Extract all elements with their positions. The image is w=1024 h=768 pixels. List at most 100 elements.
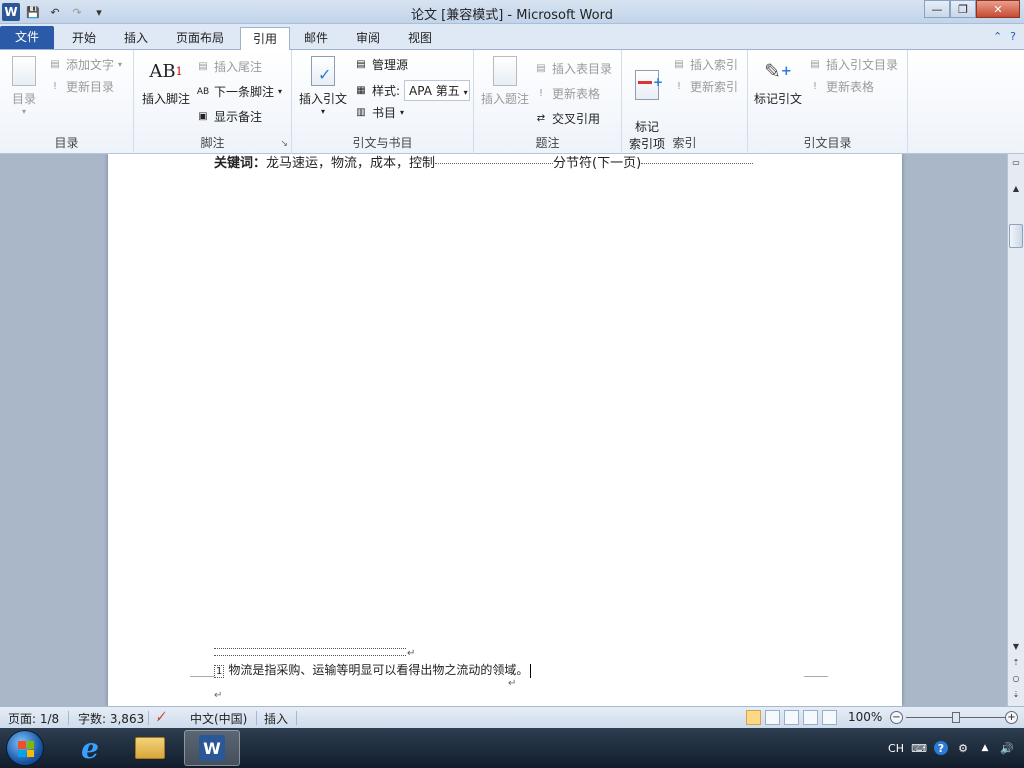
word-taskbar-icon[interactable]: W <box>184 730 240 766</box>
insert-index-icon: ▤ <box>674 59 684 70</box>
zoom-out-icon[interactable]: − <box>890 711 903 724</box>
status-word-count[interactable]: 字数: 3,863 <box>78 710 144 727</box>
insert-citation-button[interactable]: ✓ 插入引文 ▾ <box>298 54 348 116</box>
zoom-level[interactable]: 100% <box>848 710 882 724</box>
volume-icon[interactable]: 🔊 <box>1000 741 1014 755</box>
section-break-marker: 分节符(下一页) <box>553 156 642 171</box>
cross-reference-button[interactable]: ⇄ 交叉引用 <box>534 110 600 127</box>
insert-caption-icon <box>489 54 521 88</box>
style-dropdown[interactable]: APA 第五 ▾ <box>404 80 471 101</box>
start-button[interactable] <box>6 730 44 766</box>
insert-footnote-button[interactable]: AB 1 插入脚注 <box>140 54 192 107</box>
close-button[interactable]: ✕ <box>976 0 1020 18</box>
file-explorer-icon[interactable] <box>122 730 178 766</box>
insert-endnote-button[interactable]: ▤ 插入尾注 <box>196 58 262 75</box>
scroll-down-icon[interactable]: ▼ <box>1009 640 1023 654</box>
group-label-citations: 引文与书目 <box>352 136 413 150</box>
print-layout-view-icon[interactable] <box>746 710 761 725</box>
next-footnote-button[interactable]: AB 下一条脚注 ▾ <box>196 83 282 100</box>
windows-logo-icon <box>18 741 34 757</box>
bibliography-icon: ▥ <box>356 107 366 118</box>
mark-citation-button[interactable]: ✎ + 标记引文 <box>752 54 804 107</box>
update-toa-button[interactable]: ! 更新表格 <box>808 78 874 95</box>
browse-object-icon[interactable]: ○ <box>1009 672 1023 686</box>
paragraph-mark: ↵ <box>214 690 223 701</box>
insert-index-button[interactable]: ▤ 插入索引 <box>672 56 738 73</box>
toc-button[interactable]: 目录 ▾ <box>6 54 42 116</box>
proofing-icon[interactable]: ✓̸ <box>156 710 166 724</box>
outline-view-icon[interactable] <box>803 710 818 725</box>
tab-insert[interactable]: 插入 <box>112 27 160 50</box>
tab-page-layout[interactable]: 页面布局 <box>164 27 236 50</box>
status-page[interactable]: 页面: 1/8 <box>8 710 59 727</box>
document-area[interactable]: 关键词：龙马速运，物流，成本，控制 分节符(下一页) ↵ 1 物流是指采购、运输等明… <box>0 154 1007 706</box>
settings-tray-icon[interactable]: ⚙ <box>956 741 970 755</box>
manage-sources-button[interactable]: ▤ 管理源 <box>354 56 408 73</box>
group-toa: ✎ + 标记引文 ▤ 插入引文目录 ! 更新表格 引文目录 <box>748 50 908 154</box>
zoom-slider-thumb[interactable] <box>952 712 960 723</box>
insert-toa-icon: ▤ <box>810 59 820 70</box>
add-text-button[interactable]: ▤ 添加文字 ▾ <box>48 56 122 73</box>
cross-reference-icon: ⇄ <box>536 113 546 124</box>
scroll-up-icon[interactable]: ▲ <box>1009 182 1023 196</box>
window-controls: — ❐ ✕ <box>924 0 1020 18</box>
bibliography-button[interactable]: ▥ 书目 ▾ <box>354 104 404 121</box>
manage-sources-icon: ▤ <box>356 59 366 70</box>
endnote-icon: ▤ <box>198 61 208 72</box>
group-label-toc: 目录 <box>54 136 79 150</box>
footnote-text: 物流是指采购、运输等明显可以看得出物之流动的领域。 <box>228 663 529 677</box>
margin-corner-right <box>804 676 828 677</box>
footnotes-launcher-icon[interactable]: ↘ <box>280 139 288 149</box>
ribbon-help-controls: ⌃ ? <box>993 30 1016 43</box>
insert-toa-button[interactable]: ▤ 插入引文目录 <box>808 56 898 73</box>
keyboard-icon[interactable]: ⌨ <box>911 741 927 755</box>
tab-file[interactable]: 文件 <box>0 26 54 49</box>
show-hidden-icons-icon[interactable]: ▲ <box>978 741 992 755</box>
tab-review[interactable]: 审阅 <box>344 27 392 50</box>
status-insert-mode[interactable]: 插入 <box>264 710 288 727</box>
keywords-label: 关键词： <box>214 156 267 171</box>
taskbar: e W CH ⌨ ? ⚙ ▲ 🔊 <box>0 728 1024 768</box>
insert-table-figures-button[interactable]: ▤ 插入表目录 <box>534 60 612 77</box>
help-tray-icon[interactable]: ? <box>934 741 948 755</box>
tab-home[interactable]: 开始 <box>60 27 108 50</box>
language-indicator[interactable]: CH <box>888 742 904 755</box>
group-index: + 标记 索引项 ▤ 插入索引 ! 更新索引 索引 <box>622 50 748 154</box>
show-notes-icon: ▣ <box>198 111 208 122</box>
footnote-ab-icon: AB 1 <box>149 60 183 82</box>
document-page[interactable]: 关键词：龙马速运，物流，成本，控制 分节符(下一页) ↵ 1 物流是指采购、运输等明… <box>108 154 902 706</box>
style-selector: ▦ 样式: APA 第五 ▾ <box>354 80 471 101</box>
update-index-button[interactable]: ! 更新索引 <box>672 78 738 95</box>
keywords-line: 关键词：龙马速运，物流，成本，控制 分节符(下一页) <box>214 154 754 171</box>
tab-view[interactable]: 视图 <box>396 27 444 50</box>
scrollbar-thumb[interactable] <box>1009 224 1023 248</box>
status-language[interactable]: 中文(中国) <box>190 710 247 727</box>
draft-view-icon[interactable] <box>822 710 837 725</box>
ruler-toggle-icon[interactable]: ▭ <box>1009 156 1023 170</box>
paragraph-mark: ↵ <box>407 648 416 659</box>
collapse-ribbon-icon[interactable]: ⌃ <box>993 30 1002 43</box>
vertical-scrollbar[interactable]: ▭ ▲ ▼ ⇡ ○ ⇣ <box>1007 154 1024 706</box>
next-page-icon[interactable]: ⇣ <box>1009 688 1023 702</box>
footnote[interactable]: 1 物流是指采购、运输等明显可以看得出物之流动的领域。 <box>214 661 532 678</box>
full-screen-reading-icon[interactable] <box>765 710 780 725</box>
tab-mailings[interactable]: 邮件 <box>292 27 340 50</box>
web-layout-icon[interactable] <box>784 710 799 725</box>
footnote-separator <box>214 648 406 656</box>
update-toc-button[interactable]: ! 更新目录 <box>48 78 114 95</box>
table-figures-icon: ▤ <box>536 63 546 74</box>
keywords-text: 龙马速运，物流，成本，控制 <box>266 156 436 171</box>
internet-explorer-icon[interactable]: e <box>62 730 118 766</box>
show-notes-button[interactable]: ▣ 显示备注 <box>196 108 262 125</box>
previous-page-icon[interactable]: ⇡ <box>1009 656 1023 670</box>
minimize-button[interactable]: — <box>924 0 950 18</box>
tab-references[interactable]: 引用 <box>240 27 291 51</box>
add-text-icon: ▤ <box>50 59 60 70</box>
footnote-number: 1 <box>214 665 225 678</box>
maximize-button[interactable]: ❐ <box>950 0 976 18</box>
zoom-in-icon[interactable]: + <box>1005 711 1018 724</box>
style-icon: ▦ <box>356 85 366 96</box>
update-table-button[interactable]: ! 更新表格 <box>534 85 600 102</box>
help-icon[interactable]: ? <box>1010 30 1016 43</box>
insert-caption-button[interactable]: 插入题注 <box>480 54 530 107</box>
